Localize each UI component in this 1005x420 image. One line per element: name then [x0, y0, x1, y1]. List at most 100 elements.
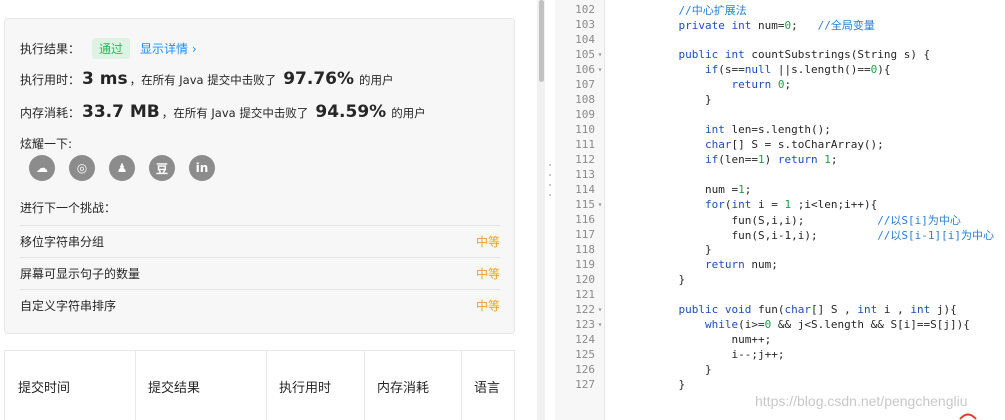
code-token: }	[678, 378, 686, 391]
douban-icon[interactable]: 豆	[149, 155, 175, 181]
code-line[interactable]: 124 num++;	[555, 332, 1005, 347]
fold-arrow-icon[interactable]: ▾	[595, 65, 605, 74]
fold-arrow-icon[interactable]: ▾	[595, 50, 605, 59]
code-line[interactable]: 118 }	[555, 242, 1005, 257]
code-line[interactable]: 125 i--;j++;	[555, 347, 1005, 362]
code-line[interactable]: 126 }	[555, 362, 1005, 377]
code-text[interactable]: return 0;	[605, 78, 791, 91]
show-details-link[interactable]: 显示详情 ›	[140, 40, 197, 57]
code-keyword: int	[857, 303, 878, 316]
code-line[interactable]: 113	[555, 167, 1005, 182]
code-line[interactable]: 112 if(len==1) return 1;	[555, 152, 1005, 167]
code-text[interactable]: private int num=0; //全局变量	[605, 17, 875, 33]
code-line[interactable]: 127 }	[555, 377, 1005, 392]
code-text[interactable]: public void fun(char[] S , int i , int j…	[605, 303, 957, 316]
code-text[interactable]: if(s==null ||s.length()==0){	[605, 63, 890, 76]
code-text[interactable]: return num;	[605, 258, 778, 271]
code-text[interactable]: }	[605, 93, 712, 106]
watermark: https://blog.csdn.net/pengchengliu	[755, 393, 968, 409]
code-line[interactable]: 114 num =1;	[555, 182, 1005, 197]
code-keyword: void	[724, 303, 752, 316]
code-line[interactable]: 120 }	[555, 272, 1005, 287]
code-text[interactable]: fun(S,i-1,i); //以S[i-1][i]为中心	[605, 227, 994, 243]
challenge-item[interactable]: 屏幕可显示句子的数量 中等	[20, 257, 500, 289]
line-number: 123	[575, 318, 595, 331]
code-text[interactable]: num =1;	[605, 183, 751, 196]
runtime-description: ，在所有 Java 提交中击败了	[129, 73, 277, 87]
code-line[interactable]: 117 fun(S,i-1,i); //以S[i-1][i]为中心	[555, 227, 1005, 242]
code-line[interactable]: 121	[555, 287, 1005, 302]
code-token: }	[704, 363, 712, 376]
column-submit-time[interactable]: 提交时间	[5, 351, 135, 420]
column-memory[interactable]: 内存消耗	[364, 351, 461, 420]
challenge-title[interactable]: 屏幕可显示句子的数量	[20, 265, 140, 282]
challenge-item[interactable]: 移位字符串分组 中等	[20, 225, 500, 257]
code-token: && j<S.length && S[i]==S[j]){	[771, 318, 970, 331]
code-text[interactable]: }	[605, 243, 712, 256]
code-line[interactable]: 122 ▾ public void fun(char[] S , int i , …	[555, 302, 1005, 317]
code-text[interactable]: for(int i = 1 ;i<len;i++){	[605, 198, 877, 211]
linkedin-icon[interactable]: in	[189, 155, 215, 181]
status-row: 执行结果： 通过 显示详情 ›	[20, 38, 197, 59]
code-line[interactable]: 102 //中心扩展法	[555, 2, 1005, 17]
code-line[interactable]: 123 ▾ while(i>=0 && j<S.length && S[i]==S…	[555, 317, 1005, 332]
code-text[interactable]: i--;j++;	[605, 348, 784, 361]
code-text[interactable]: //中心扩展法	[605, 2, 747, 18]
line-number: 127	[575, 378, 595, 391]
code-line[interactable]: 115 ▾ for(int i = 1 ;i<len;i++){	[555, 197, 1005, 212]
code-keyword: return	[777, 153, 818, 166]
line-number: 126	[575, 363, 595, 376]
fold-arrow-icon[interactable]: ▾	[595, 305, 605, 314]
code-text[interactable]: if(len==1) return 1;	[605, 153, 838, 166]
code-line[interactable]: 116 fun(S,i,i); //以S[i]为中心	[555, 212, 1005, 227]
code-line[interactable]: 108 }	[555, 92, 1005, 107]
fold-arrow-icon[interactable]: ▾	[595, 200, 605, 209]
left-scrollbar-thumb[interactable]	[539, 0, 544, 82]
fold-arrow-icon[interactable]: ▾	[595, 320, 605, 329]
code-token: ;	[791, 18, 818, 32]
challenge-item[interactable]: 自定义字符串排序 中等	[20, 289, 500, 321]
code-text[interactable]: while(i>=0 && j<S.length && S[i]==S[j]){	[605, 318, 970, 331]
code-text[interactable]: }	[605, 378, 686, 391]
challenge-title[interactable]: 移位字符串分组	[20, 233, 104, 250]
code-text[interactable]: num++;	[605, 333, 771, 346]
qq-icon[interactable]: ♟	[109, 155, 135, 181]
challenge-title[interactable]: 自定义字符串排序	[20, 297, 116, 314]
code-text[interactable]: fun(S,i,i); //以S[i]为中心	[605, 212, 961, 228]
column-language[interactable]: 语言	[461, 351, 516, 420]
code-token: ;i<len;i++){	[791, 198, 878, 211]
code-line[interactable]: 109	[555, 107, 1005, 122]
code-text[interactable]: }	[605, 363, 712, 376]
code-line[interactable]: 110 int len=s.length();	[555, 122, 1005, 137]
code-text[interactable]: public int countSubstrings(String s) {	[605, 48, 931, 61]
code-line[interactable]: 105 ▾ public int countSubstrings(String s…	[555, 47, 1005, 62]
code-line[interactable]: 119 return num;	[555, 257, 1005, 272]
code-text[interactable]: int len=s.length();	[605, 123, 831, 136]
code-line[interactable]: 107 return 0;	[555, 77, 1005, 92]
wechat-icon[interactable]: ☁	[29, 155, 55, 181]
panel-splitter-handle[interactable]	[547, 160, 553, 200]
code-keyword: char	[704, 138, 732, 151]
code-comment: //以S[i]为中心	[877, 213, 961, 227]
line-number: 119	[575, 258, 595, 271]
code-token: i =	[751, 198, 785, 211]
code-line[interactable]: 111 char[] S = s.toCharArray();	[555, 137, 1005, 152]
code-keyword: int	[724, 48, 745, 61]
next-challenge-label: 进行下一个挑战：	[20, 201, 117, 215]
code-line[interactable]: 103 private int num=0; //全局变量	[555, 17, 1005, 32]
code-line[interactable]: 106 ▾ if(s==null ||s.length()==0){	[555, 62, 1005, 77]
code-text[interactable]: char[] S = s.toCharArray();	[605, 138, 884, 151]
column-submit-result[interactable]: 提交结果	[135, 351, 266, 420]
memory-tail: 的用户	[391, 106, 426, 120]
code-lines[interactable]: 102 //中心扩展法 103 private int num=0; //全局变量…	[555, 2, 1005, 392]
line-number: 122	[575, 303, 595, 316]
column-runtime[interactable]: 执行用时	[266, 351, 364, 420]
code-text[interactable]: }	[605, 273, 686, 286]
weibo-icon[interactable]: ◎	[69, 155, 95, 181]
code-line[interactable]: 104	[555, 32, 1005, 47]
